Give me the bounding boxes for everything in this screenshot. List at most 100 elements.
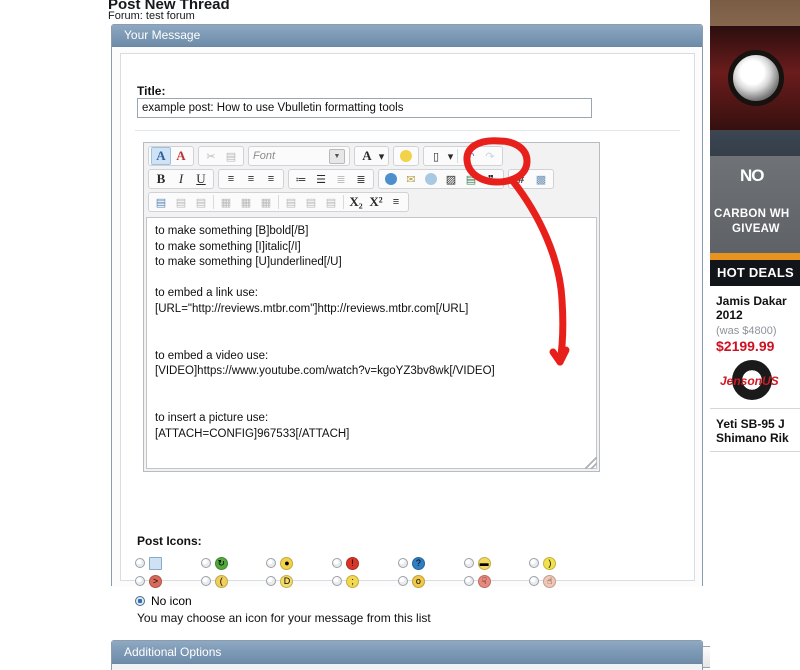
post-icon-wink[interactable]: ; [346,574,360,588]
italic-icon[interactable]: I [171,170,191,188]
bold-icon[interactable]: B [151,170,171,188]
post-icon-option[interactable]: ☟ [463,572,530,590]
post-icon-option[interactable]: ▬ [463,554,530,572]
post-icon-radio[interactable] [266,558,277,568]
insert-php-icon[interactable]: ▩ [531,170,551,188]
outdent-icon[interactable]: ≣ [331,170,351,188]
page-icon[interactable]: ▤ [171,193,191,211]
deal-item[interactable]: Yeti SB-95 J Shimano Rik [710,409,800,452]
insert-quote-icon[interactable]: ❞ [481,170,501,188]
undo-icon[interactable]: ↶ [460,147,480,165]
list-a-icon[interactable]: ▤ [281,193,301,211]
smilie-icon[interactable] [396,147,416,165]
post-icon-radio[interactable] [397,558,408,568]
post-icon-option[interactable] [135,554,201,572]
chevron-down-icon[interactable]: ▾ [377,147,386,165]
post-icon-cool[interactable]: ▬ [477,556,491,570]
post-icon-radio[interactable] [463,558,474,568]
message-textarea[interactable]: to make something [B]bold[/B] to make so… [146,217,597,469]
post-icon-radio[interactable] [463,576,474,586]
post-icon-smile[interactable]: ) [543,556,557,570]
post-icon-question[interactable]: ? [411,556,425,570]
table-icon[interactable]: ▦ [216,193,236,211]
page-delete-icon[interactable]: ▤ [191,193,211,211]
list-c-icon[interactable]: ▤ [321,193,341,211]
ordered-list-icon[interactable]: ≔ [291,170,311,188]
indent-icon[interactable]: ≣ [351,170,371,188]
post-icon-option[interactable]: ● [266,554,332,572]
wysiwyg-toggle-icon[interactable]: A [151,147,171,165]
post-icon-option[interactable]: ( [200,572,267,590]
post-icon-grin[interactable]: D [280,574,294,588]
post-icon-radio[interactable] [200,576,211,586]
post-icon-option[interactable]: ; [332,572,398,590]
superscript-icon[interactable]: X² [366,193,386,211]
post-icon-radio[interactable] [135,576,145,586]
subscript-icon[interactable]: X₂ [346,193,366,211]
unlink-icon[interactable] [421,170,441,188]
post-icon-radio[interactable] [529,558,540,568]
no-icon-radio[interactable] [135,596,145,606]
table-col-icon[interactable]: ▦ [256,193,276,211]
post-icon-frown[interactable]: ( [214,574,228,588]
post-icon-radio[interactable] [200,558,211,568]
clipboard-group: ✂ ▤ [198,146,244,166]
insert-email-icon[interactable]: ✉ [401,170,421,188]
post-icon-option[interactable]: ) [529,554,595,572]
cut-icon[interactable]: ✂ [201,147,221,165]
post-icon-option[interactable]: ↻ [200,554,267,572]
contests-ad[interactable]: NO CARBON WH GIVEAW [710,156,800,260]
align-center-icon[interactable]: ≡ [241,170,261,188]
post-icon-option[interactable]: D [266,572,332,590]
remove-formatting-icon[interactable]: A [171,147,191,165]
post-icon-radio[interactable] [397,576,408,586]
chevron-down-icon[interactable]: ▾ [446,147,455,165]
font-size-icon[interactable]: ▯ [426,147,446,165]
post-icon-radio[interactable] [135,558,145,568]
form-area: Title: A A ✂ ▤ [120,53,800,668]
paste-icon[interactable]: ▤ [221,147,241,165]
fontcolor-group: A ▾ [354,146,389,166]
unordered-list-icon[interactable]: ☰ [311,170,331,188]
post-icon-radio[interactable] [529,576,540,586]
textarea-resize-handle[interactable] [585,457,597,469]
insert-link-icon[interactable] [381,170,401,188]
post-icon-radio[interactable] [332,576,343,586]
justify-icon[interactable]: ≡ [386,193,406,211]
post-icon-redface[interactable]: o [411,574,425,588]
post-icon-document[interactable] [149,556,162,570]
lights-ad[interactable] [710,26,800,130]
post-icon-arrow[interactable]: ↻ [214,556,228,570]
insert-image-icon[interactable]: ▨ [441,170,461,188]
toggle-editor-icon[interactable]: ▤ [151,193,171,211]
advanced-group: ▤ ▤ ▤ ▦ ▦ ▦ ▤ ▤ ▤ X₂ X² ≡ [148,192,409,212]
post-icon-idea[interactable]: ● [280,556,294,570]
post-icon-option[interactable]: > [135,572,201,590]
post-icon-thumbsup[interactable]: ☝ [543,574,557,588]
post-icon-mad[interactable]: > [149,574,162,588]
underline-icon[interactable]: U [191,170,211,188]
list-b-icon[interactable]: ▤ [301,193,321,211]
no-icon-option[interactable]: No icon [135,594,192,608]
deal-item[interactable]: Jamis Dakar 2012 (was $4800) $2199.99 Je… [710,286,800,409]
redo-icon[interactable]: ↷ [480,147,500,165]
title-input[interactable] [137,98,592,118]
align-left-icon[interactable]: ≡ [221,170,241,188]
align-right-icon[interactable]: ≡ [261,170,281,188]
insert-code-icon[interactable]: # [511,170,531,188]
additional-options-panel[interactable]: Additional Options [111,640,703,670]
post-icon-option[interactable]: o [397,572,464,590]
post-icon-exclamation[interactable]: ! [346,556,360,570]
table-row-icon[interactable]: ▦ [236,193,256,211]
post-icon-radio[interactable] [266,576,277,586]
post-icon-thumbsdown[interactable]: ☟ [477,574,491,588]
insert-video-icon[interactable]: ▤ [461,170,481,188]
post-icon-radio[interactable] [332,558,343,568]
font-family-select[interactable]: Font ▼ [251,147,347,165]
post-icons-row: ↻ ●!? ▬) [135,554,595,572]
post-icon-option[interactable]: ! [332,554,398,572]
post-icon-option[interactable]: ? [397,554,464,572]
no-icon-label: No icon [151,594,192,608]
post-icon-option[interactable]: ☝ [529,572,595,590]
font-color-icon[interactable]: A [357,147,377,165]
